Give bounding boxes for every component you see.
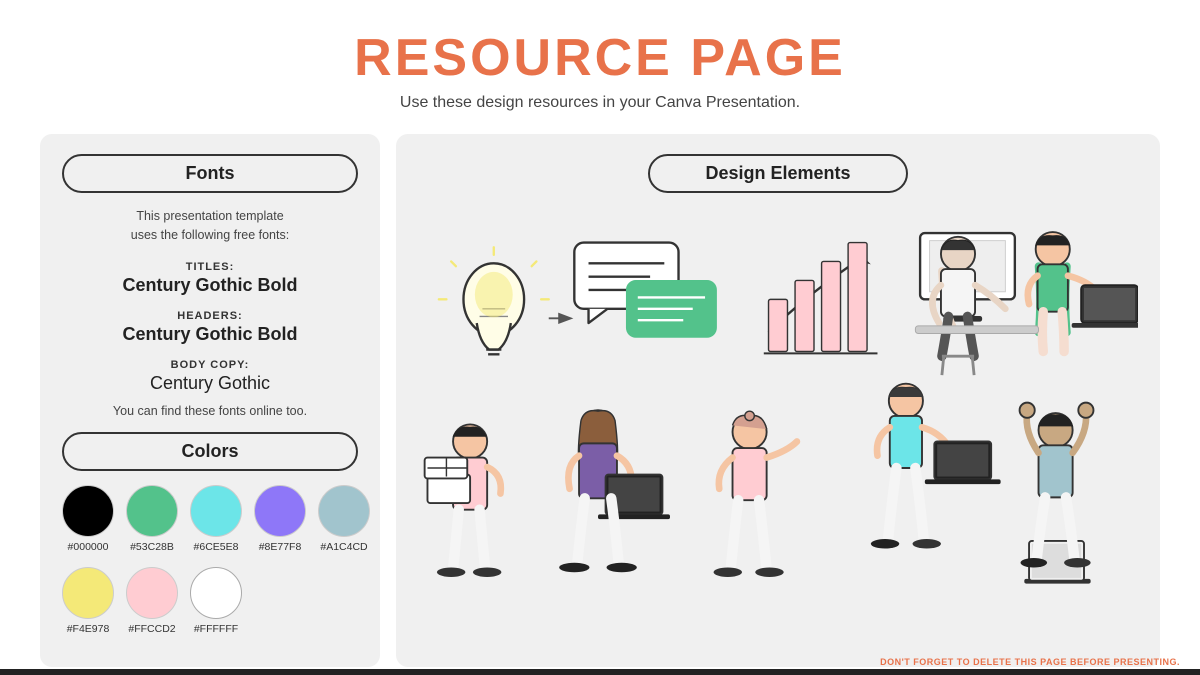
colors-section: Colors #000000 #53C28B #6CE5E8 #8E77F8 [62,432,358,635]
color-item-yellow: #F4E978 [62,567,114,635]
page-subtitle: Use these design resources in your Canva… [0,94,1200,112]
page-title: RESOURCE PAGE [0,28,1200,88]
color-item-white: #FFFFFF [190,567,242,635]
font-item-headers: HEADERS: Century Gothic Bold [62,306,358,345]
font-item-body: BODY COPY: Century Gothic [62,355,358,394]
color-swatch-yellow [62,567,114,619]
fonts-note: You can find these fonts online too. [62,404,358,418]
color-item-pink: #FFCCD2 [126,567,178,635]
color-row-1: #000000 #53C28B #6CE5E8 #8E77F8 #A1C4CD [62,485,358,553]
color-swatch-blueish [318,485,370,537]
color-swatch-green [126,485,178,537]
color-item-purple: #8E77F8 [254,485,306,553]
fonts-description: This presentation template uses the foll… [62,207,358,245]
right-panel: Design Elements [396,134,1160,667]
footer-note: DON'T FORGET TO DELETE THIS PAGE BEFORE … [880,657,1180,667]
color-swatch-purple [254,485,306,537]
left-panel: Fonts This presentation template uses th… [40,134,380,667]
color-item-blueish: #A1C4CD [318,485,370,553]
colors-section-title: Colors [62,432,358,471]
page-header: RESOURCE PAGE Use these design resources… [0,0,1200,122]
color-swatch-black [62,485,114,537]
bottom-bar [0,669,1200,675]
color-swatch-white [190,567,242,619]
main-content: Fonts This presentation template uses th… [0,134,1200,667]
color-swatch-pink [126,567,178,619]
color-item-green: #53C28B [126,485,178,553]
design-elements-title-wrapper: Design Elements [418,154,1138,207]
color-swatch-cyan [190,485,242,537]
design-elements-svg [418,217,1138,647]
font-item-titles: TITLES: Century Gothic Bold [62,257,358,296]
color-row-2: #F4E978 #FFCCD2 #FFFFFF [62,567,358,635]
color-item-cyan: #6CE5E8 [190,485,242,553]
color-item-black: #000000 [62,485,114,553]
fonts-section-title: Fonts [62,154,358,193]
illustration-area [418,217,1138,647]
design-elements-title: Design Elements [648,154,908,193]
